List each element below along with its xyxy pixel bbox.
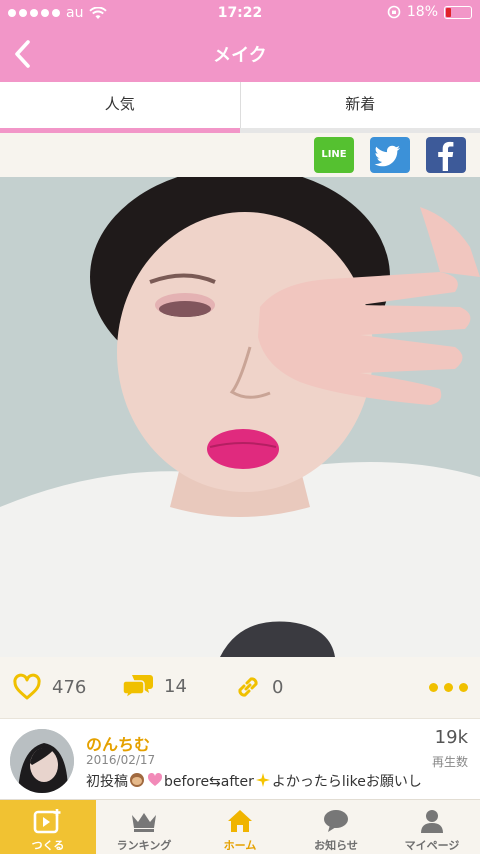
play-count: 19k (434, 727, 468, 748)
link-icon (238, 677, 258, 697)
twitter-bird-icon (374, 145, 400, 167)
heart-icon (13, 673, 41, 700)
person-icon (421, 810, 443, 833)
create-video-icon (33, 809, 61, 834)
status-right: 18% (387, 4, 472, 20)
share-row: LINE (0, 133, 480, 177)
tab-notifications-label: お知らせ (314, 839, 358, 852)
post-caption: 初投稿 before⇆after よかったらlikeお願いし (86, 771, 470, 793)
tab-create[interactable]: つくる (0, 800, 96, 854)
like-button[interactable]: 476 (12, 673, 86, 701)
user-avatar-image (10, 729, 74, 793)
post-info: のんちむ 2016/02/17 19k 再生数 初投稿 before⇆after よ… (0, 719, 480, 799)
facebook-icon (438, 141, 454, 171)
speech-bubble-icon (324, 810, 348, 832)
avatar[interactable] (10, 729, 74, 793)
monkey-emoji-icon (130, 773, 144, 787)
tab-home-label: ホーム (223, 839, 257, 852)
like-count: 476 (52, 676, 87, 698)
tab-notifications[interactable]: お知らせ (288, 800, 384, 854)
video-player[interactable] (0, 177, 480, 657)
line-share-button[interactable]: LINE (314, 137, 354, 173)
facebook-share-button[interactable] (426, 137, 466, 173)
link-count: 0 (272, 676, 284, 698)
tab-popular[interactable]: 人気 (0, 82, 240, 128)
tab-home[interactable]: ホーム (192, 800, 288, 854)
comment-count: 14 (164, 675, 187, 697)
sparkles-emoji-icon (255, 773, 270, 787)
tab-bar-top: 人気 新着 (0, 82, 480, 128)
battery-percent: 18% (406, 4, 438, 20)
caption-text-2: before⇆after (164, 774, 254, 790)
more-options-button[interactable] (429, 683, 468, 692)
link-button[interactable]: 0 (234, 673, 283, 701)
username[interactable]: のんちむ (86, 731, 150, 755)
tab-new[interactable]: 新着 (239, 82, 480, 128)
stats-row: 476 14 0 (0, 657, 480, 719)
line-icon: LINE (321, 149, 347, 160)
video-thumbnail-image (0, 177, 480, 657)
header: メイク (0, 26, 480, 82)
bottom-tab-bar: つくる ランキング ホーム お知らせ マイページ (0, 799, 480, 854)
post-date: 2016/02/17 (86, 753, 156, 767)
more-dots-icon (429, 683, 438, 692)
caption-text-3: よかったらlikeお願いし (271, 774, 422, 790)
home-icon (228, 810, 252, 832)
heart-ribbon-emoji-icon (147, 772, 163, 786)
tab-mypage-label: マイページ (404, 839, 460, 852)
page-title: メイク (213, 45, 267, 66)
comment-button[interactable]: 14 (122, 673, 187, 699)
comment-bubbles-icon (122, 675, 153, 699)
orientation-lock-icon (387, 5, 401, 19)
tab-mypage[interactable]: マイページ (384, 800, 480, 854)
tab-create-label: つくる (31, 839, 65, 852)
twitter-share-button[interactable] (370, 137, 410, 173)
tab-ranking[interactable]: ランキング (96, 800, 192, 854)
status-bar: au 17:22 18% (0, 0, 480, 26)
crown-icon (132, 813, 156, 832)
battery-icon (444, 5, 472, 19)
caption-text: 初投稿 (86, 774, 128, 790)
tab-ranking-label: ランキング (116, 839, 172, 852)
play-count-label: 再生数 (431, 755, 468, 769)
